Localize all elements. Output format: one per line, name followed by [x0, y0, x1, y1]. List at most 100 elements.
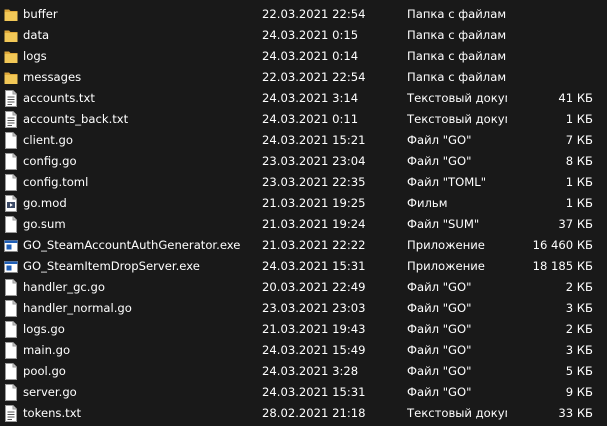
file-name: handler_gc.go [23, 280, 105, 294]
file-name: messages [23, 70, 82, 84]
file-row[interactable]: accounts_back.txt 24.03.2021 0:11 Текстовы… [0, 109, 607, 130]
file-type: Файл "GO" [407, 280, 472, 294]
file-row[interactable]: logs.go 21.03.2021 19:43 Файл "GO" 2 КБ [0, 319, 607, 340]
file-name: client.go [23, 133, 73, 147]
file-icon [4, 279, 18, 296]
file-size: 37 КБ [558, 217, 593, 231]
file-name: config.toml [23, 175, 89, 189]
file-size: 5 КБ [565, 364, 593, 378]
file-type: Папка с файлами [407, 49, 507, 63]
file-size: 33 КБ [558, 406, 593, 420]
file-name: go.mod [23, 196, 67, 210]
file-row[interactable]: config.toml 23.03.2021 22:35 Файл "TOML" 1 … [0, 172, 607, 193]
file-size: 16 460 КБ [532, 238, 593, 252]
file-date: 24.03.2021 3:14 [262, 91, 359, 105]
file-date: 23.03.2021 22:35 [262, 175, 366, 189]
file-size: 3 КБ [565, 301, 593, 315]
file-size: 1 КБ [565, 175, 593, 189]
file-type: Папка с файлами [407, 28, 507, 42]
file-type: Папка с файлами [407, 70, 507, 84]
folder-icon [4, 48, 18, 65]
text-file-icon [4, 405, 18, 422]
file-date: 24.03.2021 15:21 [262, 133, 366, 147]
file-type: Приложение [407, 259, 485, 273]
file-row[interactable]: GO_SteamItemDropServer.exe 24.03.2021 15:… [0, 256, 607, 277]
file-name: go.sum [23, 217, 66, 231]
file-type: Файл "GO" [407, 301, 472, 315]
file-date: 23.03.2021 23:04 [262, 154, 366, 168]
application-icon [4, 237, 18, 254]
file-name: handler_normal.go [23, 301, 132, 315]
file-type: Текстовый докум... [407, 112, 507, 126]
file-row[interactable]: go.mod 21.03.2021 19:25 Фильм 1 КБ [0, 193, 607, 214]
movie-file-icon [4, 195, 18, 212]
file-name: GO_SteamAccountAuthGenerator.exe [23, 238, 241, 252]
file-type: Фильм [407, 196, 448, 210]
file-row[interactable]: messages 22.03.2021 22:54 Папка с файлами [0, 67, 607, 88]
file-row[interactable]: go.sum 21.03.2021 19:24 Файл "SUM" 37 КБ [0, 214, 607, 235]
file-date: 21.03.2021 19:24 [262, 217, 366, 231]
file-date: 21.03.2021 19:43 [262, 322, 366, 336]
file-type: Файл "GO" [407, 133, 472, 147]
text-file-icon [4, 111, 18, 128]
file-row[interactable]: data 24.03.2021 0:15 Папка с файлами [0, 25, 607, 46]
file-size: 3 КБ [565, 343, 593, 357]
file-type: Файл "GO" [407, 154, 472, 168]
file-size: 18 185 КБ [532, 259, 593, 273]
file-type: Папка с файлами [407, 7, 507, 21]
file-name: main.go [23, 343, 71, 357]
file-type: Файл "GO" [407, 322, 472, 336]
file-type: Текстовый докум... [407, 406, 507, 420]
file-size: 7 КБ [565, 133, 593, 147]
file-name: config.go [23, 154, 77, 168]
file-row[interactable]: handler_gc.go 20.03.2021 22:49 Файл "GO" 2 … [0, 277, 607, 298]
file-name: logs [23, 49, 47, 63]
file-row[interactable]: logs 24.03.2021 0:14 Папка с файлами [0, 46, 607, 67]
file-list: buffer 22.03.2021 22:54 Папка с файлами dat… [0, 4, 607, 424]
file-name: data [23, 28, 50, 42]
file-row[interactable]: client.go 24.03.2021 15:21 Файл "GO" 7 КБ [0, 130, 607, 151]
file-date: 24.03.2021 15:49 [262, 343, 366, 357]
folder-icon [4, 6, 18, 23]
file-name: logs.go [23, 322, 65, 336]
file-type: Текстовый докум... [407, 91, 507, 105]
file-row[interactable]: buffer 22.03.2021 22:54 Папка с файлами [0, 4, 607, 25]
file-row[interactable]: accounts.txt 24.03.2021 3:14 Текстовый док… [0, 88, 607, 109]
file-date: 21.03.2021 19:25 [262, 196, 366, 210]
file-row[interactable]: server.go 24.03.2021 15:31 Файл "GO" 9 КБ [0, 382, 607, 403]
file-icon [4, 342, 18, 359]
file-date: 24.03.2021 15:31 [262, 385, 366, 399]
file-size: 2 КБ [565, 280, 593, 294]
file-name: pool.go [23, 364, 66, 378]
file-name: server.go [23, 385, 77, 399]
file-icon [4, 153, 18, 170]
file-name: accounts.txt [23, 91, 95, 105]
file-size: 41 КБ [558, 91, 593, 105]
file-date: 24.03.2021 0:11 [262, 112, 359, 126]
file-type: Файл "GO" [407, 343, 472, 357]
file-row[interactable]: pool.go 24.03.2021 3:28 Файл "GO" 5 КБ [0, 361, 607, 382]
text-file-icon [4, 90, 18, 107]
application-icon [4, 258, 18, 275]
folder-icon [4, 27, 18, 44]
folder-icon [4, 69, 18, 86]
file-type: Файл "GO" [407, 364, 472, 378]
file-date: 28.02.2021 21:18 [262, 406, 366, 420]
file-row[interactable]: config.go 23.03.2021 23:04 Файл "GO" 8 КБ [0, 151, 607, 172]
file-name: GO_SteamItemDropServer.exe [23, 259, 200, 273]
file-date: 24.03.2021 3:28 [262, 364, 359, 378]
file-size: 1 КБ [565, 112, 593, 126]
file-icon [4, 363, 18, 380]
file-date: 24.03.2021 0:15 [262, 28, 359, 42]
file-row[interactable]: GO_SteamAccountAuthGenerator.exe 21.03.20… [0, 235, 607, 256]
file-row[interactable]: handler_normal.go 23.03.2021 23:03 Файл "G… [0, 298, 607, 319]
file-date: 24.03.2021 15:31 [262, 259, 366, 273]
file-row[interactable]: tokens.txt 28.02.2021 21:18 Текстовый доку… [0, 403, 607, 424]
file-size: 8 КБ [565, 154, 593, 168]
file-row[interactable]: main.go 24.03.2021 15:49 Файл "GO" 3 КБ [0, 340, 607, 361]
file-icon [4, 321, 18, 338]
file-name: buffer [23, 7, 58, 21]
file-date: 24.03.2021 0:14 [262, 49, 359, 63]
file-size: 2 КБ [565, 322, 593, 336]
file-icon [4, 216, 18, 233]
